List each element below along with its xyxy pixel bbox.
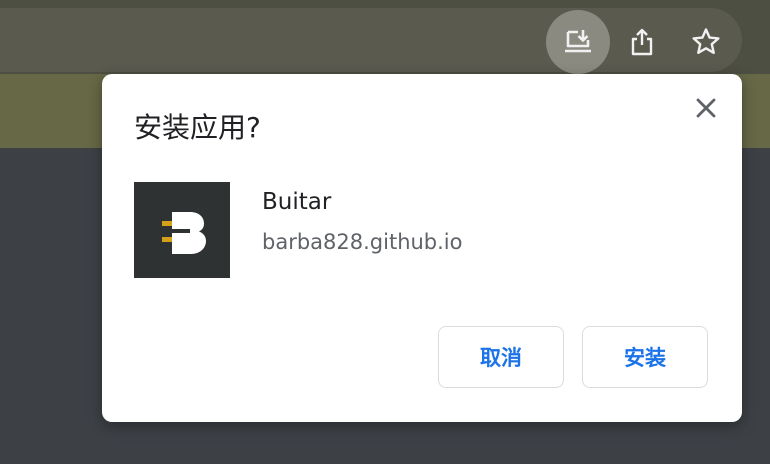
bookmark-star-icon <box>692 28 720 54</box>
bookmark-button[interactable] <box>674 10 738 74</box>
install-app-dialog: 安装应用? Buitar barba828.github.io 取消 安装 <box>102 74 742 422</box>
app-origin: barba828.github.io <box>262 230 463 254</box>
install-app-button[interactable] <box>546 10 610 74</box>
app-name: Buitar <box>262 189 332 215</box>
buitar-logo-icon <box>162 212 206 254</box>
close-icon <box>696 98 716 118</box>
install-app-icon <box>565 30 591 53</box>
dialog-title: 安装应用? <box>134 111 261 144</box>
install-button[interactable]: 安装 <box>582 326 708 388</box>
app-icon <box>134 182 230 278</box>
share-button[interactable] <box>610 10 674 74</box>
close-button[interactable] <box>688 90 724 126</box>
share-icon <box>631 28 653 56</box>
browser-toolbar <box>0 0 770 74</box>
cancel-button[interactable]: 取消 <box>438 326 564 388</box>
